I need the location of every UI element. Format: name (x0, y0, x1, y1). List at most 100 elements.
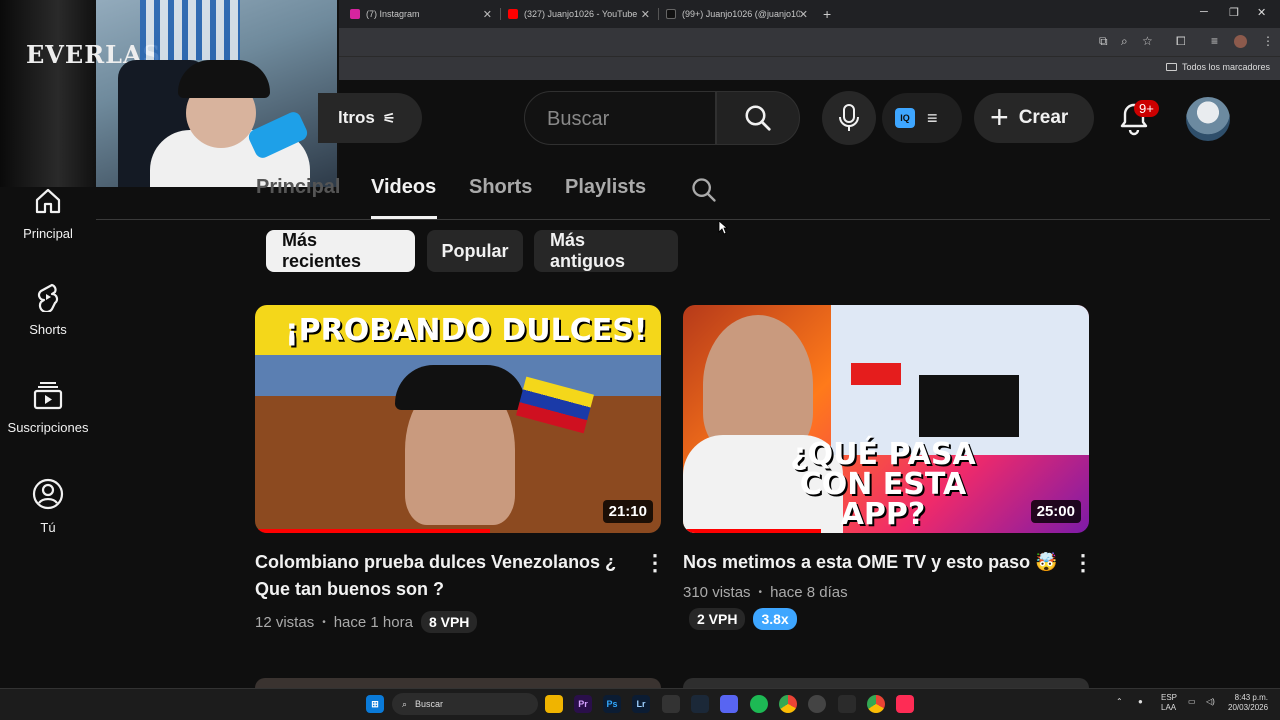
close-icon[interactable]: ✕ (483, 8, 492, 21)
microphone-icon (839, 104, 859, 131)
video-thumbnail[interactable]: ¡PROBANDO DULCES! 21:10 (255, 305, 661, 533)
tab-instagram[interactable]: (7) Instagram ✕ (342, 0, 500, 28)
new-tab-icon[interactable]: + (823, 6, 831, 22)
sidebar-item-suscripciones[interactable]: Suscripciones (0, 380, 96, 435)
video-thumbnail[interactable] (683, 678, 1089, 688)
lightroom-icon[interactable]: Lr (632, 695, 650, 713)
search-icon (745, 105, 771, 131)
steam-icon[interactable] (691, 695, 709, 713)
search-icon[interactable] (690, 176, 718, 204)
zoom-icon[interactable]: ⌕ (1121, 34, 1128, 49)
windows-start-icon[interactable]: ⊞ (366, 695, 384, 713)
tab-tiktok[interactable]: (99+) Juanjo1026 (@juanjo1026 ✕ (658, 0, 816, 28)
vidiq-button[interactable]: IQ ≡ (882, 93, 962, 143)
close-window-icon[interactable]: ✕ (1257, 6, 1266, 19)
minimize-icon[interactable]: ─ (1200, 6, 1208, 18)
tab-shorts[interactable]: Shorts (469, 176, 532, 199)
video-thumbnail[interactable] (255, 678, 661, 688)
separator-dot: • (758, 587, 763, 598)
video-title-line: Colombiano prueba dulces Venezolanos ¿ (255, 552, 617, 572)
photoshop-icon[interactable]: Ps (603, 695, 621, 713)
chip-popular[interactable]: Popular (427, 230, 523, 272)
list-icon: ≡ (927, 107, 938, 128)
file-explorer-icon[interactable] (545, 695, 563, 713)
screen: (7) Instagram ✕ (327) Juanjo1026 - YouTu… (0, 0, 1280, 720)
plus-icon: + (990, 98, 1009, 135)
star-icon[interactable]: ☆ (1142, 34, 1153, 48)
arrow-icon (851, 363, 901, 385)
create-label: Crear (1018, 107, 1069, 128)
multiplier-badge: 3.8x (753, 608, 797, 630)
sidebar-item-label: Suscripciones (7, 420, 89, 435)
punching-bag (0, 0, 96, 187)
reading-list-icon[interactable]: ≡ (1211, 34, 1218, 48)
language-line: ESP (1161, 693, 1178, 702)
shorts-icon (37, 283, 59, 312)
avatar[interactable] (1186, 97, 1230, 141)
tab-playlists[interactable]: Playlists (565, 176, 646, 199)
chrome-icon[interactable] (867, 695, 885, 713)
active-tab-indicator (371, 216, 437, 219)
voice-search-button[interactable] (822, 91, 876, 145)
extensions-icon[interactable]: ⧠ (1176, 34, 1186, 49)
video-title-line: Que tan buenos son ? (255, 579, 445, 599)
censor-box (919, 375, 1019, 437)
all-bookmarks[interactable]: Todos los marcadores (1165, 62, 1270, 72)
tray-chevron-icon[interactable]: ⌃ (1116, 697, 1123, 707)
search-button[interactable] (716, 91, 800, 145)
video-thumbnail[interactable]: ¿QUÉ PASA CON ESTA APP? 25:00 (683, 305, 1089, 533)
video-title[interactable]: Nos metimos a esta OME TV y esto paso 🤯 (683, 549, 1063, 576)
video-meta: 12 vistas • hace 1 hora 8 VPH (255, 611, 478, 633)
more-options-icon[interactable]: ⋮ (644, 552, 666, 574)
sidebar-item-tu[interactable]: Tú (0, 478, 96, 535)
vph-badge: 8 VPH (420, 611, 478, 633)
flag-venezuela (516, 376, 594, 434)
obs-icon[interactable] (808, 695, 826, 713)
tab-principal[interactable]: Principal (256, 176, 340, 199)
premiere-icon[interactable]: Pr (574, 695, 592, 713)
filters-button[interactable]: ltros ⚟ (318, 93, 422, 143)
more-options-icon[interactable]: ⋮ (1072, 552, 1094, 574)
upload-age: hace 1 hora (333, 613, 413, 631)
spotify-icon[interactable] (750, 695, 768, 713)
instagram-icon (350, 9, 360, 19)
mic-tray-icon[interactable]: ● (1138, 697, 1143, 707)
chip-mas-antiguos[interactable]: Más antiguos (534, 230, 678, 272)
clock[interactable]: 8:43 p.m. 20/03/2026 (1228, 693, 1268, 713)
tiktok-icon[interactable] (896, 695, 914, 713)
tab-youtube[interactable]: (327) Juanjo1026 - YouTube ✕ (500, 0, 658, 28)
thumbnail-cap (395, 365, 525, 410)
search-input[interactable] (547, 106, 707, 132)
sliders-icon: ⚟ (382, 109, 396, 126)
date-text: 20/03/2026 (1228, 703, 1269, 712)
language-indicator[interactable]: ESP LAA (1161, 693, 1177, 713)
home-icon (35, 188, 61, 214)
volume-icon[interactable]: ◁) (1206, 697, 1215, 707)
profile-icon[interactable] (1234, 35, 1247, 48)
cursor-icon (718, 220, 728, 235)
tab-videos[interactable]: Videos (371, 176, 436, 199)
network-icon[interactable]: ▭ (1188, 697, 1196, 707)
duration-badge: 25:00 (1030, 500, 1081, 523)
app-icon[interactable] (838, 695, 856, 713)
subscriptions-icon (33, 382, 63, 410)
separator-dot: • (322, 616, 326, 628)
webcam-overlay: EVERLAS (0, 0, 339, 187)
taskbar-search[interactable]: ⌕ Buscar (392, 693, 538, 715)
bookmarks-label: Todos los marcadores (1181, 62, 1270, 72)
sidebar-item-label: Principal (23, 226, 73, 241)
menu-icon[interactable]: ⋮ (1262, 34, 1274, 48)
app-icon[interactable] (662, 695, 680, 713)
notifications-badge: 9+ (1134, 100, 1159, 117)
discord-icon[interactable] (720, 695, 738, 713)
sidebar-item-shorts[interactable]: Shorts (0, 282, 96, 337)
sidebar-item-principal[interactable]: Principal (0, 186, 96, 241)
install-app-icon[interactable]: ⧉ (1099, 34, 1108, 49)
video-title[interactable]: Colombiano prueba dulces Venezolanos ¿ Q… (255, 549, 625, 603)
create-button[interactable]: + Crear (974, 93, 1094, 143)
close-icon[interactable]: ✕ (799, 8, 808, 21)
chrome-icon[interactable] (779, 695, 797, 713)
restore-icon[interactable]: ❐ (1229, 6, 1239, 19)
chip-mas-recientes[interactable]: Más recientes (266, 230, 415, 272)
close-icon[interactable]: ✕ (641, 8, 650, 21)
